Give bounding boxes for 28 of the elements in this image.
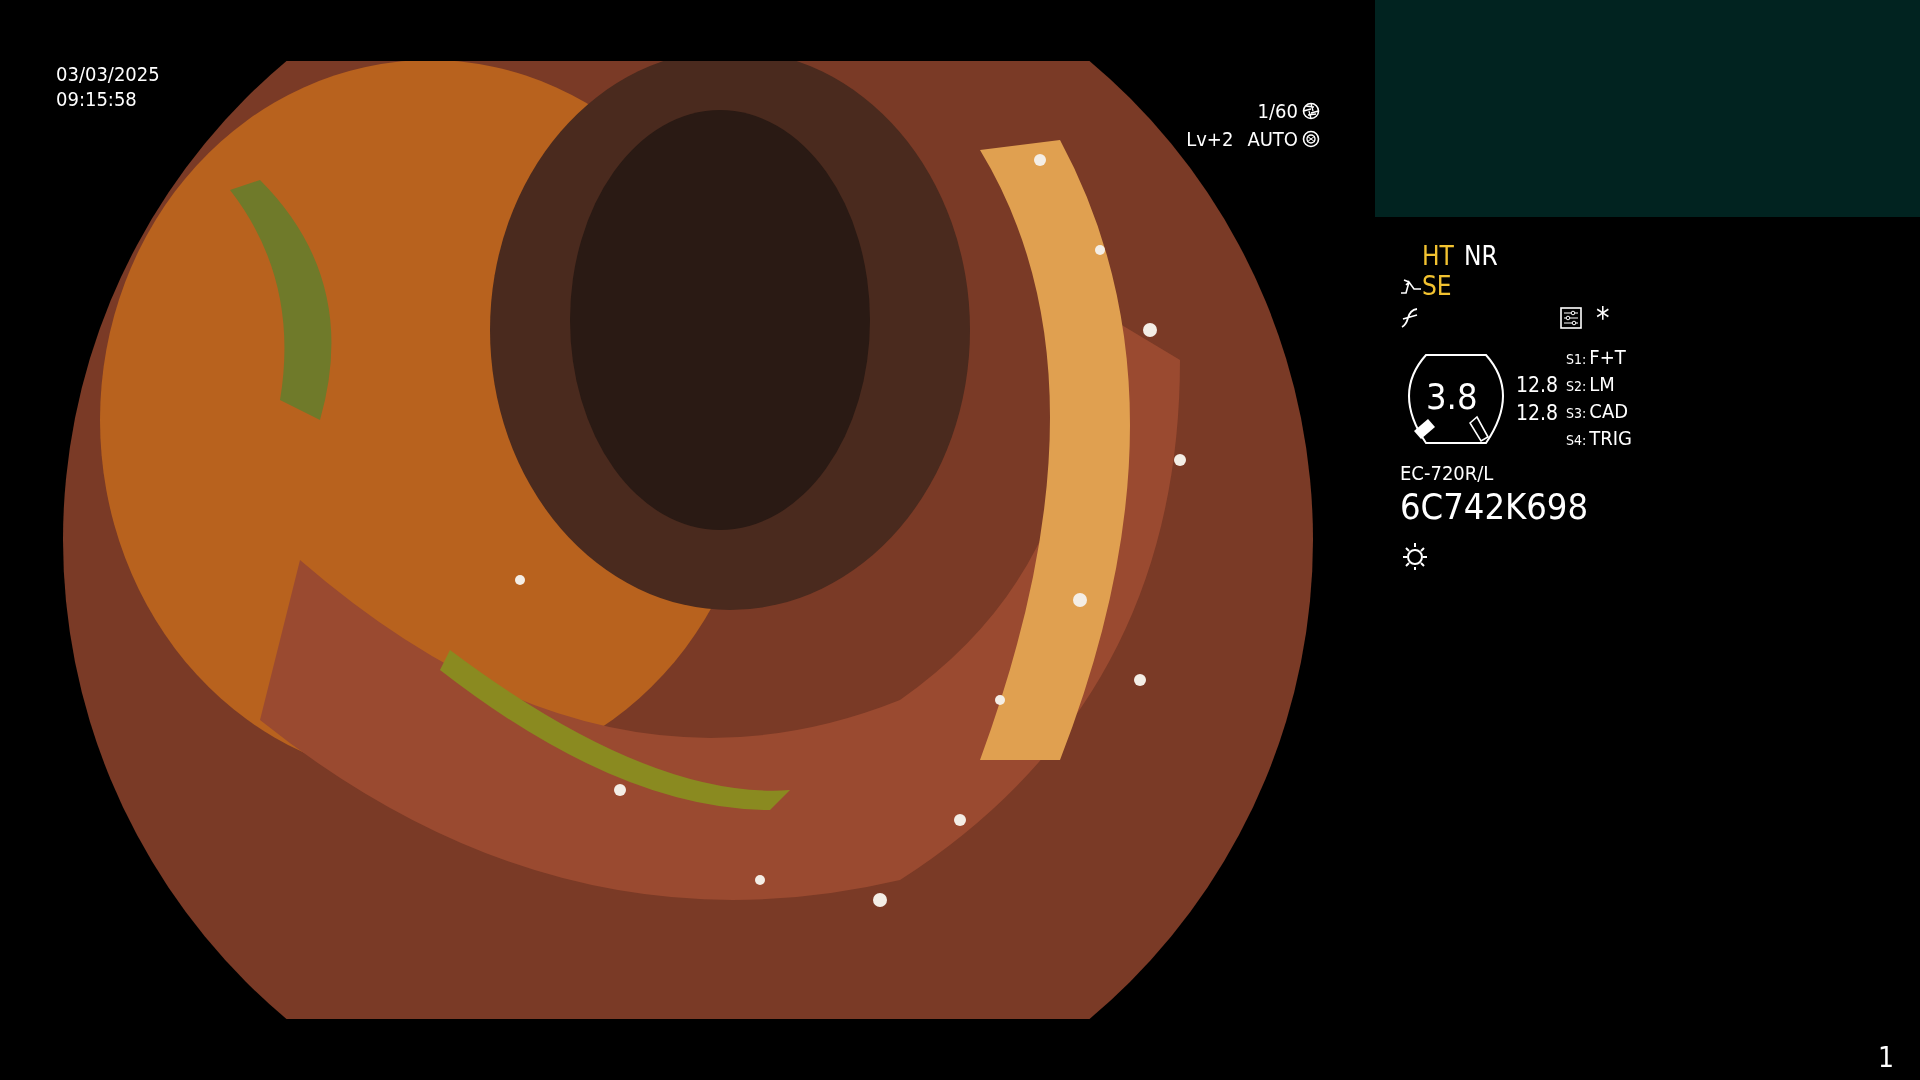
time: 09:15:58 (56, 87, 138, 112)
aperture-icon (1302, 130, 1320, 148)
mode-label: HT (1422, 241, 1454, 271)
page-number: 1 (1877, 1041, 1894, 1074)
scope-model: EC-720R/L (1400, 461, 1495, 485)
curve-icon (1400, 307, 1420, 329)
shutter-speed: 1/60 (1257, 98, 1298, 125)
asterisk-mark: * (1596, 303, 1610, 333)
zoom-reading: 12.8 (1516, 372, 1559, 399)
date: 03/03/2025 (56, 62, 160, 87)
settings-icon (1560, 307, 1582, 329)
zoom-reading: 12.8 (1516, 400, 1559, 427)
scope-serial: 6C742K698 (1400, 485, 1590, 529)
switch-function: LM (1589, 372, 1615, 397)
switch-key: S4: (1566, 428, 1587, 453)
scope-angle-icon (1400, 277, 1422, 295)
shutter-icon (1302, 102, 1320, 120)
enhancement-label: SE (1422, 271, 1452, 301)
switch-function: CAD (1589, 399, 1629, 424)
lamp-icon (1400, 541, 1430, 571)
mode-label: NR (1463, 241, 1498, 271)
switch-key: S2: (1566, 374, 1587, 399)
switch-function: F+T (1589, 345, 1626, 370)
exposure-mode: AUTO (1247, 126, 1298, 153)
brightness-level: Lv+2 (1186, 126, 1234, 153)
switch-key: S3: (1566, 401, 1587, 426)
switch-function: TRIG (1589, 426, 1633, 451)
switch-key: S1: (1566, 347, 1587, 372)
